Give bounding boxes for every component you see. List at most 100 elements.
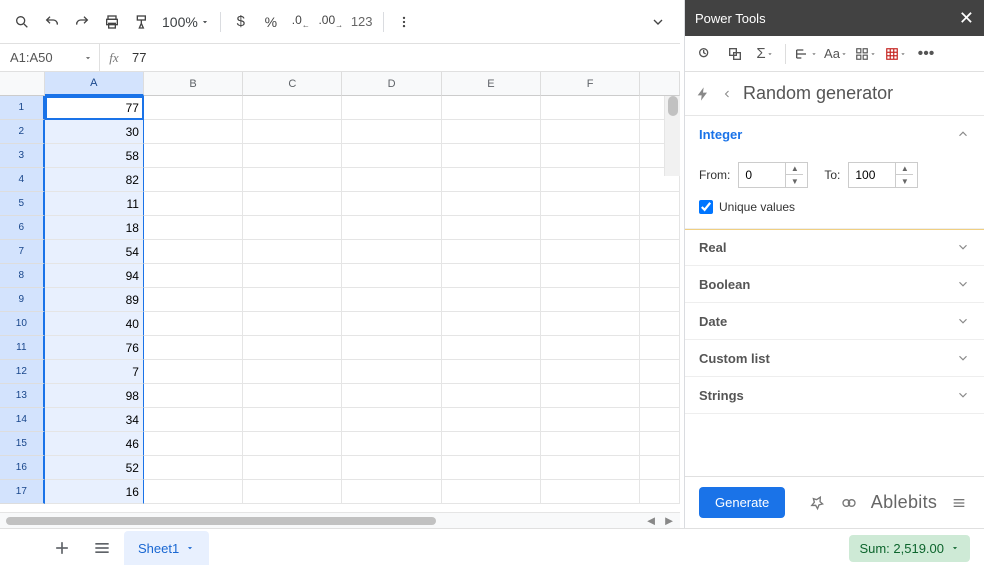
cell[interactable]	[243, 336, 342, 360]
cell[interactable]	[144, 264, 243, 288]
cell[interactable]	[442, 192, 541, 216]
cell[interactable]	[243, 312, 342, 336]
row-header[interactable]: 12	[0, 360, 45, 384]
row-header[interactable]: 14	[0, 408, 45, 432]
cell[interactable]	[640, 240, 680, 264]
cell[interactable]: 89	[45, 288, 144, 312]
more-toolbar-icon[interactable]	[390, 8, 418, 36]
cell[interactable]: 16	[45, 480, 144, 504]
cell[interactable]: 58	[45, 144, 144, 168]
paint-format-icon[interactable]	[128, 8, 156, 36]
cell[interactable]	[144, 144, 243, 168]
cell[interactable]	[243, 384, 342, 408]
cell[interactable]	[640, 480, 680, 504]
cell[interactable]	[144, 120, 243, 144]
accordion-header-boolean[interactable]: Boolean	[685, 266, 984, 302]
cell[interactable]	[144, 360, 243, 384]
cell[interactable]	[243, 264, 342, 288]
cell[interactable]	[243, 96, 342, 120]
row-header[interactable]: 13	[0, 384, 45, 408]
select-all-corner[interactable]	[0, 72, 45, 96]
column-header[interactable]: F	[541, 72, 640, 96]
cell[interactable]	[243, 120, 342, 144]
column-header[interactable]: B	[144, 72, 243, 96]
cell[interactable]	[342, 120, 441, 144]
cell[interactable]	[541, 432, 640, 456]
clear-tool-icon[interactable]	[882, 40, 910, 68]
cell[interactable]	[342, 144, 441, 168]
cell[interactable]	[541, 120, 640, 144]
cell[interactable]	[342, 312, 441, 336]
row-header[interactable]: 7	[0, 240, 45, 264]
cell[interactable]: 7	[45, 360, 144, 384]
grid-body[interactable]: 1772303584825116187548949891040117612713…	[0, 96, 680, 512]
text-case-icon[interactable]: Aa	[822, 40, 850, 68]
cell[interactable]	[144, 96, 243, 120]
cell[interactable]	[541, 288, 640, 312]
unique-values-checkbox[interactable]: Unique values	[699, 200, 970, 214]
cell[interactable]	[541, 216, 640, 240]
spinner-down-icon[interactable]: ▼	[786, 175, 803, 187]
currency-format-icon[interactable]: $	[227, 8, 255, 36]
cell[interactable]	[144, 288, 243, 312]
cell[interactable]	[640, 264, 680, 288]
cell[interactable]	[541, 480, 640, 504]
cell[interactable]	[342, 384, 441, 408]
cell[interactable]	[442, 408, 541, 432]
cell[interactable]	[541, 96, 640, 120]
pin-icon[interactable]	[805, 491, 828, 515]
row-header[interactable]: 3	[0, 144, 45, 168]
accordion-header-real[interactable]: Real	[685, 229, 984, 265]
horizontal-scrollbar[interactable]: ◄ ►	[0, 512, 680, 528]
column-header[interactable]: A	[45, 72, 144, 96]
cell[interactable]	[342, 264, 441, 288]
cell[interactable]	[144, 480, 243, 504]
cell[interactable]: 77	[45, 96, 144, 120]
row-header[interactable]: 1	[0, 96, 45, 120]
cell[interactable]	[640, 312, 680, 336]
cell[interactable]	[243, 144, 342, 168]
cell[interactable]	[442, 216, 541, 240]
cell[interactable]	[342, 168, 441, 192]
cell[interactable]: 34	[45, 408, 144, 432]
cell[interactable]	[144, 336, 243, 360]
accordion-header-custom-list[interactable]: Custom list	[685, 340, 984, 376]
cell[interactable]	[342, 216, 441, 240]
cell[interactable]	[442, 480, 541, 504]
cell[interactable]	[144, 408, 243, 432]
print-icon[interactable]	[98, 8, 126, 36]
dedupe-icon[interactable]	[721, 40, 749, 68]
cell[interactable]	[144, 432, 243, 456]
scroll-right-icon[interactable]: ►	[662, 514, 676, 528]
grid-tool-icon[interactable]	[852, 40, 880, 68]
cell[interactable]: 52	[45, 456, 144, 480]
cell[interactable]	[541, 168, 640, 192]
cell[interactable]	[640, 408, 680, 432]
zoom-dropdown[interactable]: 100%	[158, 14, 214, 30]
cell[interactable]	[541, 264, 640, 288]
cell[interactable]	[442, 336, 541, 360]
cell[interactable]	[342, 336, 441, 360]
cell[interactable]	[442, 432, 541, 456]
cell[interactable]	[640, 288, 680, 312]
cell[interactable]	[342, 360, 441, 384]
spreadsheet-grid[interactable]: A B C D E F 1772303584825116187548949891…	[0, 72, 680, 512]
cell[interactable]	[342, 408, 441, 432]
cell[interactable]	[442, 264, 541, 288]
generate-button[interactable]: Generate	[699, 487, 785, 518]
cell[interactable]	[442, 120, 541, 144]
accordion-header-integer[interactable]: Integer	[685, 116, 984, 152]
cell[interactable]	[243, 456, 342, 480]
cell[interactable]: 46	[45, 432, 144, 456]
row-header[interactable]: 4	[0, 168, 45, 192]
cell[interactable]: 82	[45, 168, 144, 192]
cell[interactable]: 98	[45, 384, 144, 408]
from-input[interactable]: ▲▼	[738, 162, 808, 188]
cell[interactable]	[442, 384, 541, 408]
increase-decimal-icon[interactable]: .00→	[317, 8, 345, 36]
chevron-down-icon[interactable]	[644, 8, 672, 36]
row-header[interactable]: 5	[0, 192, 45, 216]
all-sheets-icon[interactable]	[84, 530, 120, 566]
cell[interactable]	[342, 288, 441, 312]
accordion-header-strings[interactable]: Strings	[685, 377, 984, 413]
